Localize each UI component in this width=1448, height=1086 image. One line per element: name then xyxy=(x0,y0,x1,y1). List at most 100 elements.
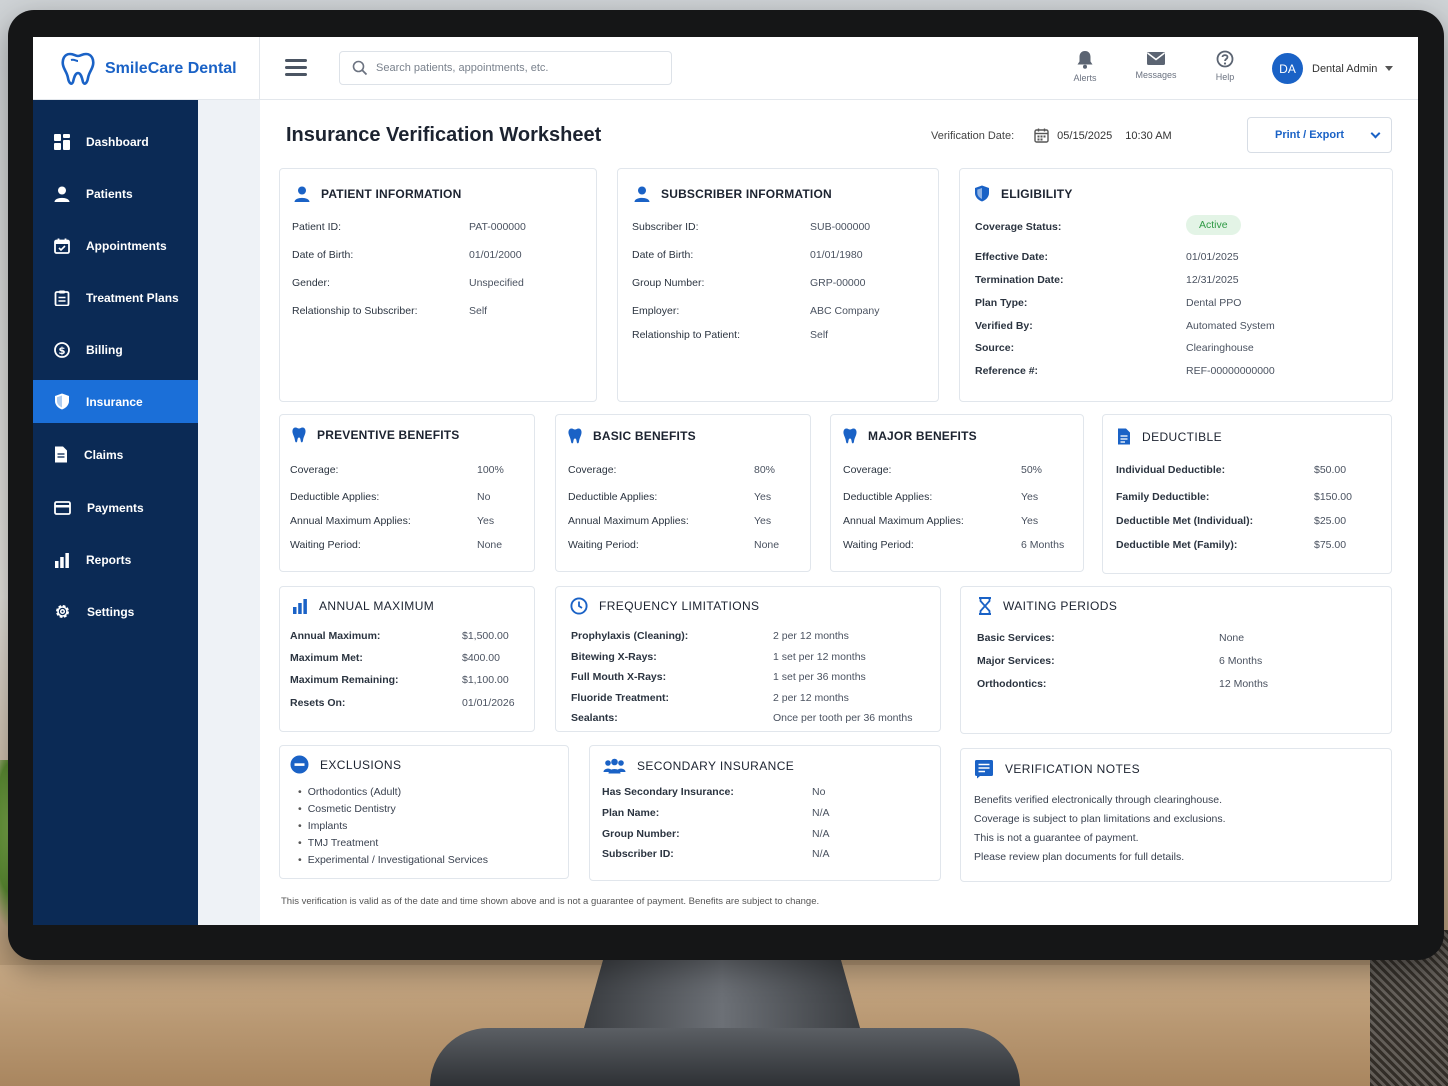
frequency-limitations-card: FREQUENCY LIMITATIONS Prophylaxis (Clean… xyxy=(555,586,941,732)
dashboard-icon xyxy=(54,133,70,150)
row-value: Dental PPO xyxy=(1186,297,1242,309)
list-item: Cosmetic Dentistry xyxy=(298,801,488,818)
svg-text:$: $ xyxy=(59,345,66,356)
sidebar-item-label: Patients xyxy=(86,186,133,201)
card-title: MAJOR BENEFITS xyxy=(843,428,977,444)
row-value: N/A xyxy=(812,848,830,860)
row-value: ABC Company xyxy=(810,305,880,317)
row-value: Yes xyxy=(1021,491,1039,503)
row-value: Self xyxy=(469,305,488,317)
help-button[interactable]: Help xyxy=(1195,50,1255,82)
brand[interactable]: SmileCare Dental xyxy=(33,37,260,100)
messages-button[interactable]: Messages xyxy=(1126,50,1186,80)
bar-chart-icon xyxy=(293,599,307,614)
user-menu[interactable]: DA Dental Admin xyxy=(1272,53,1394,84)
page-title: Insurance Verification Worksheet xyxy=(286,124,602,146)
search-icon xyxy=(352,60,368,76)
row-label: Basic Services: xyxy=(977,632,1055,644)
row-label: Reference #: xyxy=(975,365,1039,377)
sidebar-item-claims[interactable]: Claims xyxy=(33,433,198,476)
card-title-text: FREQUENCY LIMITATIONS xyxy=(599,599,760,613)
major-benefits-card: MAJOR BENEFITS Coverage: 50% Deductible A… xyxy=(830,414,1084,572)
patient-information-card: PATIENT INFORMATION Patient ID: PAT-00000… xyxy=(279,168,597,402)
row-value: 01/01/2000 xyxy=(469,249,522,261)
row-label: Maximum Remaining: xyxy=(290,674,399,686)
list-item: Experimental / Investigational Services xyxy=(298,852,488,869)
row-value: Self xyxy=(810,329,829,341)
card-title: DEDUCTIBLE xyxy=(1117,428,1222,445)
row-value: 1 set per 36 months xyxy=(773,671,866,683)
sidebar-item-patients[interactable]: Patients xyxy=(33,172,198,215)
shield-icon xyxy=(975,185,989,202)
envelope-icon xyxy=(1147,52,1165,65)
sidebar-item-treatment-plans[interactable]: Treatment Plans xyxy=(33,276,198,319)
print-export-button[interactable]: Print / Export xyxy=(1247,117,1392,153)
card-title: PREVENTIVE BENEFITS xyxy=(292,427,460,443)
row-label: Annual Maximum: xyxy=(290,630,381,642)
row-value: $50.00 xyxy=(1314,464,1347,476)
row-label: Coverage: xyxy=(843,464,892,476)
row-value: Once per tooth per 36 months xyxy=(773,712,913,724)
search-input[interactable] xyxy=(376,62,656,74)
card-title-text: SUBSCRIBER INFORMATION xyxy=(661,187,832,201)
list-item: TMJ Treatment xyxy=(298,835,488,852)
calendar-icon xyxy=(54,238,70,254)
row-label: Fluoride Treatment: xyxy=(571,692,670,704)
basic-benefits-card: BASIC BENEFITS Coverage: 80% Deductible A… xyxy=(555,414,811,572)
row-value: None xyxy=(1219,632,1245,644)
sidebar-item-insurance[interactable]: Insurance xyxy=(33,380,198,423)
row-value: $1,100.00 xyxy=(462,674,509,686)
sidebar-item-settings[interactable]: Settings xyxy=(33,590,198,633)
user-name: Dental Admin xyxy=(1312,62,1378,75)
row-value: Clearinghouse xyxy=(1186,342,1254,354)
search-bar[interactable] xyxy=(339,51,672,85)
row-label: Subscriber ID: xyxy=(602,848,674,860)
row-value: 50% xyxy=(1021,464,1043,476)
row-label: Major Services: xyxy=(977,655,1055,667)
sidebar-item-appointments[interactable]: Appointments xyxy=(33,224,198,267)
chevron-down-icon xyxy=(1385,66,1394,71)
notes-icon xyxy=(975,760,993,779)
exclusions-list: Orthodontics (Adult) Cosmetic Dentistry … xyxy=(298,784,488,869)
row-label: Waiting Period: xyxy=(290,539,361,551)
help-icon xyxy=(1216,50,1234,68)
clipboard-icon xyxy=(54,290,70,306)
row-label: Waiting Period: xyxy=(843,539,914,551)
exclusions-card: EXCLUSIONS Orthodontics (Adult) Cosmetic… xyxy=(279,745,569,879)
alerts-button[interactable]: Alerts xyxy=(1055,50,1115,83)
row-label: Prophylaxis (Cleaning): xyxy=(571,630,689,642)
row-label: Individual Deductible: xyxy=(1116,464,1226,476)
sidebar-item-label: Insurance xyxy=(86,394,143,409)
tooth-icon xyxy=(292,427,306,443)
row-label: Subscriber ID: xyxy=(632,221,699,233)
card-title: ELIGIBILITY xyxy=(974,185,1073,202)
monitor-base xyxy=(430,1028,1020,1086)
card-title-text: WAITING PERIODS xyxy=(1003,599,1118,613)
row-value: Automated System xyxy=(1186,320,1275,332)
hourglass-icon xyxy=(979,597,991,615)
row-value: PAT-000000 xyxy=(469,221,526,233)
card-title-text: BASIC BENEFITS xyxy=(593,429,696,443)
tooth-icon xyxy=(843,428,857,444)
sidebar-item-reports[interactable]: Reports xyxy=(33,538,198,581)
alerts-label: Alerts xyxy=(1073,73,1097,83)
shield-icon xyxy=(55,393,69,410)
row-value: 80% xyxy=(754,464,776,476)
hamburger-menu-icon[interactable] xyxy=(285,59,307,77)
card-title-text: PATIENT INFORMATION xyxy=(321,187,462,201)
tooth-icon xyxy=(568,428,582,444)
sidebar: Dashboard Patients Appointments Treatmen… xyxy=(33,100,198,925)
row-value: $150.00 xyxy=(1314,491,1352,503)
row-value: 12 Months xyxy=(1219,678,1269,690)
row-label: Relationship to Patient: xyxy=(632,329,740,341)
sidebar-item-label: Dashboard xyxy=(86,134,149,149)
messages-label: Messages xyxy=(1135,70,1177,80)
sidebar-item-dashboard[interactable]: Dashboard xyxy=(33,120,198,163)
sidebar-item-billing[interactable]: $ Billing xyxy=(33,328,198,371)
sidebar-item-payments[interactable]: Payments xyxy=(33,486,198,529)
document-icon xyxy=(1118,428,1130,445)
row-value: 01/01/2025 xyxy=(1186,251,1239,263)
row-value: None xyxy=(477,539,503,551)
card-title-text: PREVENTIVE BENEFITS xyxy=(317,428,460,442)
row-value: N/A xyxy=(812,828,830,840)
